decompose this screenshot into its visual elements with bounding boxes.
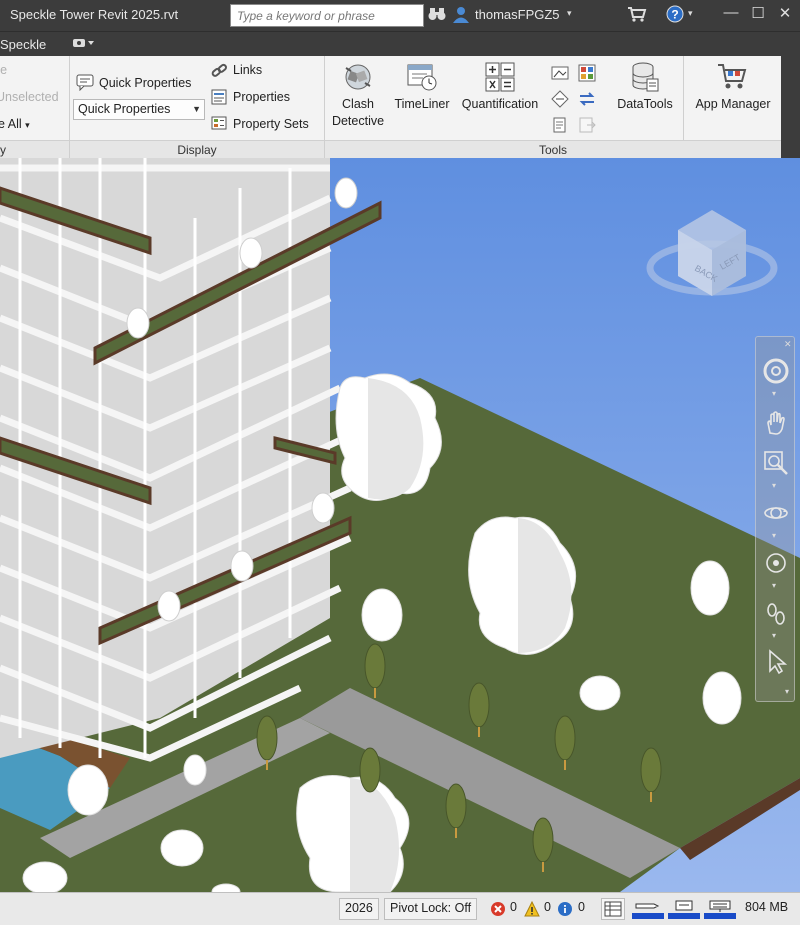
error-count: 0: [510, 900, 517, 914]
select-cursor-icon[interactable]: [762, 647, 790, 675]
svg-text:?: ?: [671, 8, 678, 22]
chevron-down-icon: ▼: [192, 104, 201, 114]
chevron-down-icon[interactable]: ▾: [772, 481, 776, 490]
maximize-icon[interactable]: ☐: [747, 4, 769, 26]
warning-count: 0: [544, 900, 551, 914]
info-count: 0: [578, 900, 585, 914]
appearance-profiler-icon[interactable]: [549, 62, 571, 84]
ribbon-left-item-1[interactable]: re: [0, 63, 7, 77]
quick-properties-select-value: Quick Properties: [78, 102, 171, 116]
look-around-icon[interactable]: [762, 549, 790, 577]
chevron-down-icon[interactable]: ▾: [772, 389, 776, 398]
disk-performance-icon[interactable]: [668, 898, 700, 923]
datatools-label: DataTools: [617, 97, 673, 111]
app-manager-icon: [688, 58, 778, 96]
document-title: Speckle Tower Revit 2025.rvt: [10, 7, 179, 22]
batch-utility-icon[interactable]: [576, 62, 598, 84]
user-dropdown-icon[interactable]: ▾: [567, 8, 572, 19]
app-manager-label: App Manager: [695, 97, 771, 111]
help-dropdown-icon[interactable]: ▾: [688, 8, 693, 19]
binoculars-icon[interactable]: [428, 6, 446, 25]
network-performance-icon[interactable]: [704, 898, 736, 923]
properties-button[interactable]: Properties: [233, 90, 290, 104]
steering-wheel-icon[interactable]: [762, 357, 790, 385]
pivot-lock-toggle[interactable]: Pivot Lock: Off: [384, 898, 478, 920]
zoom-icon[interactable]: [762, 449, 790, 477]
3d-viewport[interactable]: BACK LEFT ▾ ▾ ▾ ▾ ▾ ▾ ✕: [0, 158, 800, 892]
property-sets-button[interactable]: Property Sets: [233, 117, 309, 131]
transfer-icon[interactable]: [576, 88, 598, 110]
warning-icon[interactable]: [524, 900, 540, 920]
panel-footer-display: Display: [70, 140, 324, 158]
status-bar: 2026 Pivot Lock: Off 0 0 0 804 MB: [0, 892, 800, 925]
year-indicator[interactable]: 2026: [339, 898, 379, 920]
property-sets-icon: [210, 114, 228, 132]
close-icon[interactable]: ✕: [774, 4, 796, 26]
minimize-icon[interactable]: —: [720, 4, 742, 26]
chevron-down-icon[interactable]: ▾: [772, 581, 776, 590]
panel-footer-left: y: [0, 140, 69, 158]
quantification-button[interactable]: Quantification: [456, 58, 544, 113]
ribbon-tab-bar: Speckle: [0, 31, 800, 56]
timeliner-icon: [390, 58, 454, 96]
quick-access-dropdown[interactable]: [73, 38, 95, 51]
orbit-icon[interactable]: [762, 499, 790, 527]
navbar-menu-icon[interactable]: ▾: [785, 687, 789, 696]
chevron-down-icon[interactable]: ▾: [772, 531, 776, 540]
ribbon-side-gap: [781, 56, 800, 158]
title-bar: Speckle Tower Revit 2025.rvt thomasFPGZ5…: [0, 0, 800, 31]
export-disabled-icon[interactable]: [576, 114, 598, 136]
datatools-button[interactable]: DataTools: [612, 58, 678, 113]
timeliner-label: TimeLiner: [394, 97, 450, 111]
database-icon: [612, 58, 678, 96]
memory-usage: 804 MB: [745, 900, 789, 914]
scene-render: BACK LEFT: [0, 158, 800, 892]
search-box[interactable]: [230, 4, 424, 27]
compare-icon[interactable]: [549, 88, 571, 110]
navbar-close-icon[interactable]: ✕: [784, 339, 792, 350]
panel-footer-tools: Tools: [325, 140, 781, 158]
tab-speckle[interactable]: Speckle: [0, 37, 46, 52]
timeliner-button[interactable]: TimeLiner: [390, 58, 454, 113]
pan-hand-icon[interactable]: [762, 409, 790, 437]
panel-separator: [683, 56, 684, 140]
navigation-bar: ▾ ▾ ▾ ▾ ▾ ▾: [755, 336, 795, 702]
quick-properties-icon: [76, 73, 94, 91]
help-icon[interactable]: ?: [666, 5, 684, 26]
clash-detective-button[interactable]: Clash Detective: [328, 58, 388, 130]
clash-detective-icon: [328, 58, 388, 96]
search-input[interactable]: [231, 5, 423, 26]
info-icon[interactable]: [557, 901, 573, 920]
clash-detective-label-1: Clash: [342, 97, 374, 111]
cart-icon[interactable]: [627, 6, 647, 25]
ribbon-left-item-unselected[interactable]: Unselected: [0, 90, 59, 104]
links-button[interactable]: Links: [233, 63, 262, 77]
quick-properties-button[interactable]: Quick Properties: [99, 76, 191, 90]
walk-icon[interactable]: [762, 599, 790, 627]
quantification-label: Quantification: [461, 97, 539, 111]
calculator-icon: [456, 58, 544, 96]
user-name[interactable]: thomasFPGZ5: [475, 7, 560, 22]
app-manager-button[interactable]: App Manager: [688, 58, 778, 113]
ribbon: re Unselected e All ▾ y Quick Properties…: [0, 56, 781, 158]
user-icon[interactable]: [452, 5, 470, 26]
ribbon-left-item-all[interactable]: e All ▾: [0, 117, 30, 131]
properties-icon: [210, 88, 228, 106]
sheet-browser-icon[interactable]: [601, 898, 625, 920]
chevron-down-icon[interactable]: ▾: [772, 631, 776, 640]
links-icon: [210, 62, 228, 80]
pencil-performance-icon[interactable]: [632, 898, 664, 923]
quick-properties-select[interactable]: Quick Properties ▼: [73, 99, 205, 120]
clash-detective-label-2: Detective: [331, 114, 385, 128]
script-icon[interactable]: [549, 114, 571, 136]
error-icon[interactable]: [490, 901, 506, 920]
